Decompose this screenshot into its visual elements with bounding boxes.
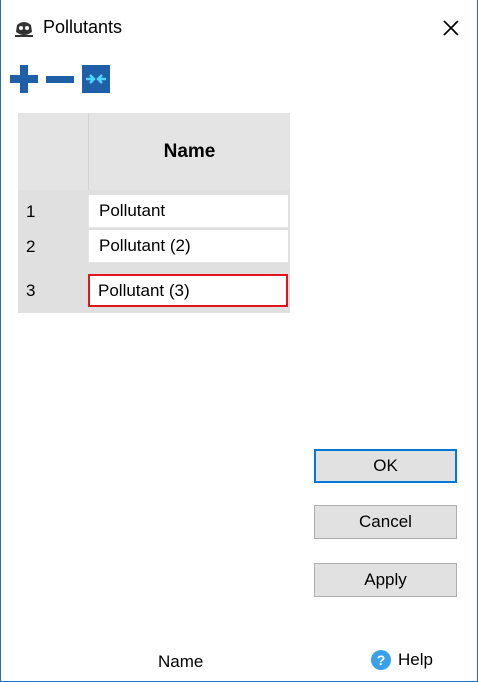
name-cell[interactable]: Pollutant (2) bbox=[88, 230, 288, 263]
status-field-name: Name bbox=[158, 652, 204, 671]
help-icon: ? bbox=[371, 650, 391, 670]
row-number: 3 bbox=[26, 280, 36, 300]
row-number: 1 bbox=[26, 201, 36, 221]
grid-corner[interactable] bbox=[18, 113, 88, 190]
close-icon bbox=[443, 20, 459, 36]
window-title: Pollutants bbox=[43, 17, 123, 37]
add-icon[interactable] bbox=[9, 64, 39, 94]
row-number: 2 bbox=[26, 236, 36, 256]
close-button[interactable] bbox=[433, 10, 469, 46]
apply-button[interactable]: Apply bbox=[314, 563, 457, 597]
name-cell-selected[interactable]: Pollutant (3) bbox=[88, 274, 288, 307]
toolbar bbox=[5, 64, 205, 94]
remove-icon[interactable] bbox=[45, 64, 75, 94]
help-label: Help bbox=[398, 650, 433, 669]
title-bar: Pollutants bbox=[1, 0, 477, 58]
column-header-name[interactable]: Name bbox=[88, 113, 290, 190]
table-row[interactable]: 1 Pollutant bbox=[18, 195, 290, 228]
pollutants-dialog: Pollutants Name 1 Pollutant 2 Pollutant … bbox=[0, 0, 478, 682]
app-icon bbox=[15, 22, 33, 37]
help-button[interactable]: ? Help bbox=[370, 649, 433, 671]
table-row[interactable]: 3 Pollutant (3) bbox=[18, 274, 290, 307]
table-row[interactable]: 2 Pollutant (2) bbox=[18, 230, 290, 263]
svg-text:?: ? bbox=[377, 652, 386, 668]
cancel-button[interactable]: Cancel bbox=[314, 505, 457, 539]
name-cell[interactable]: Pollutant bbox=[88, 195, 288, 228]
ok-button[interactable]: OK bbox=[314, 449, 457, 483]
pollutants-grid: Name 1 Pollutant 2 Pollutant (2) 3 Pollu… bbox=[18, 113, 290, 313]
sort-icon[interactable] bbox=[81, 64, 111, 94]
